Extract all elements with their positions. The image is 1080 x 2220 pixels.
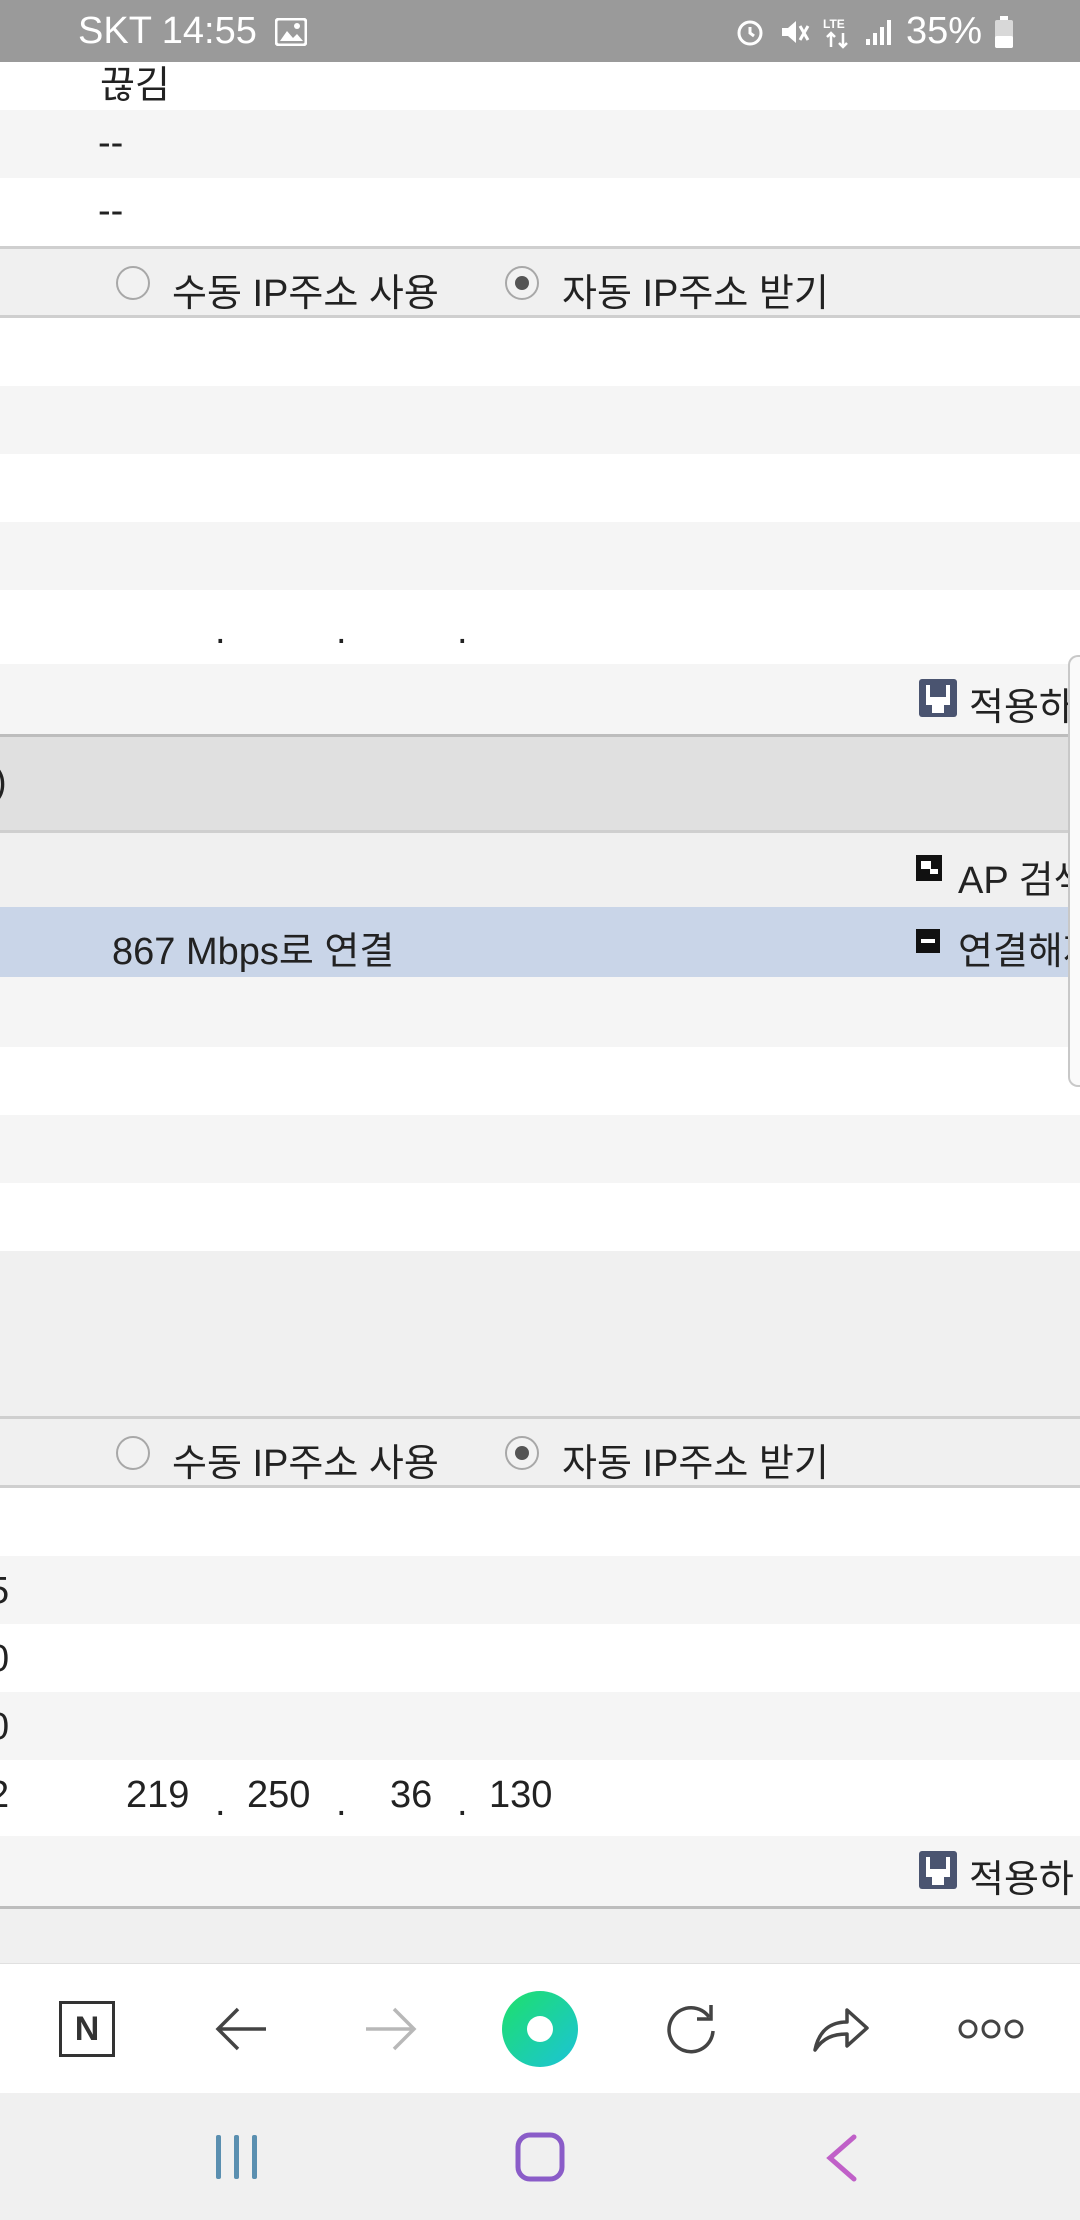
ap-search-button[interactable]: AP 검색 xyxy=(958,849,1080,904)
row-disconnected: 끊김 xyxy=(0,62,1080,110)
home-button[interactable] xyxy=(514,2131,566,2188)
naver-icon: N xyxy=(59,2001,115,2057)
auto-ip-radio[interactable] xyxy=(505,1436,539,1470)
auto-ip-label[interactable]: 자동 IP주소 받기 xyxy=(562,1432,829,1487)
battery-icon xyxy=(995,15,1013,48)
back-nav-button[interactable] xyxy=(822,2133,862,2188)
ip-mode-row-2: 수동 IP주소 사용 자동 IP주소 받기 xyxy=(0,1419,1080,1485)
status-bar: SKT 14:55 LTE 35% xyxy=(0,0,1080,62)
manual-ip-radio[interactable] xyxy=(116,1436,150,1470)
share-icon xyxy=(813,2008,869,2052)
back-button[interactable] xyxy=(196,1964,286,2094)
field-row: 0 xyxy=(0,1692,1080,1760)
save-icon[interactable] xyxy=(918,1850,958,1890)
naver-home-button[interactable]: N xyxy=(42,1964,132,2094)
green-dot-button[interactable] xyxy=(495,1964,585,2094)
field-value: 5 xyxy=(0,1570,9,1613)
recents-button[interactable] xyxy=(212,2133,262,2186)
auto-ip-label[interactable]: 자동 IP주소 받기 xyxy=(562,262,829,317)
field-row xyxy=(0,1183,1080,1251)
ip-separator: . xyxy=(336,610,347,652)
manual-ip-radio[interactable] xyxy=(116,266,150,300)
forward-button[interactable] xyxy=(346,1964,436,2094)
field-row xyxy=(0,386,1080,454)
ip-octet-4[interactable]: 130 xyxy=(489,1774,552,1817)
more-icon xyxy=(958,2019,1024,2039)
apply-button[interactable]: 적용하 xyxy=(969,1848,1074,1903)
section-title: ) xyxy=(0,761,7,804)
lte-icon: LTE xyxy=(823,17,848,49)
recents-icon xyxy=(216,2135,257,2179)
scrollbar-thumb[interactable] xyxy=(1068,655,1080,1087)
row-dash-1: -- xyxy=(0,110,1080,178)
battery-percent: 35% xyxy=(905,10,982,52)
back-icon xyxy=(826,2134,857,2182)
field-row xyxy=(0,1047,1080,1115)
connection-status: 867 Mbps로 연결 xyxy=(112,931,395,973)
manual-ip-label[interactable]: 수동 IP주소 사용 xyxy=(172,1432,439,1487)
manual-ip-label[interactable]: 수동 IP주소 사용 xyxy=(172,262,439,317)
minus-icon[interactable] xyxy=(916,929,940,953)
svg-text:LTE: LTE xyxy=(823,17,845,31)
ip-octet-1[interactable]: 219 xyxy=(126,1774,189,1817)
ip-separator: . xyxy=(457,1782,468,1824)
field-value: 2 xyxy=(0,1774,9,1817)
more-button[interactable] xyxy=(946,1964,1036,2094)
refresh-icon xyxy=(667,2005,715,2054)
field-row xyxy=(0,522,1080,590)
ip-separator: . xyxy=(215,610,226,652)
field-row xyxy=(0,1115,1080,1183)
ip-separator: . xyxy=(457,610,468,652)
section-header xyxy=(0,1909,1080,1963)
field-row xyxy=(0,1488,1080,1556)
ip-mode-row-1: 수동 IP주소 사용 자동 IP주소 받기 xyxy=(0,249,1080,315)
arrow-right-icon xyxy=(366,2007,417,2051)
field-row xyxy=(0,318,1080,386)
system-nav-bar xyxy=(0,2093,1080,2220)
alarm-icon xyxy=(737,20,763,45)
field-row xyxy=(0,454,1080,522)
apply-button[interactable]: 적용하 xyxy=(969,676,1074,731)
mute-icon xyxy=(781,20,810,43)
browser-toolbar: N xyxy=(0,1963,1080,2093)
value-dash: -- xyxy=(98,122,124,164)
apply-row-1: 적용하 xyxy=(0,664,1080,734)
arrow-left-icon xyxy=(215,2007,266,2051)
gateway-ip-row[interactable]: 2 219 . 250 . 36 . 130 xyxy=(0,1760,1080,1836)
auto-ip-radio[interactable] xyxy=(505,266,539,300)
search-icon[interactable] xyxy=(916,855,942,881)
ip-octet-2[interactable]: 250 xyxy=(247,1774,310,1817)
ip-separator: . xyxy=(336,1782,347,1824)
connected-ap-row[interactable]: 867 Mbps로 연결 연결해제 xyxy=(0,907,1080,977)
ip-octet-3[interactable]: 36 xyxy=(390,1774,432,1817)
ip-separator: . xyxy=(215,1782,226,1824)
ap-search-row: AP 검색 xyxy=(0,833,1080,907)
field-row xyxy=(0,977,1080,1047)
connection-state: 끊김 xyxy=(100,65,170,107)
green-dot-icon xyxy=(502,1991,578,2067)
signal-icon xyxy=(865,19,891,45)
disconnect-button[interactable]: 연결해제 xyxy=(958,920,1080,975)
value-dash: -- xyxy=(98,190,124,232)
field-value: 0 xyxy=(0,1638,9,1681)
apply-row-2: 적용하 xyxy=(0,1836,1080,1906)
row-dash-2: -- xyxy=(0,178,1080,246)
field-row xyxy=(0,1251,1080,1416)
refresh-button[interactable] xyxy=(646,1964,736,2094)
field-row: 5 xyxy=(0,1556,1080,1624)
field-row: 0 xyxy=(0,1624,1080,1692)
home-icon xyxy=(515,2132,565,2182)
share-button[interactable] xyxy=(796,1964,886,2094)
ip-input-row[interactable]: . . . xyxy=(0,590,1080,664)
section-header: ) xyxy=(0,737,1080,830)
save-icon[interactable] xyxy=(918,678,958,718)
image-icon xyxy=(274,17,307,46)
field-value: 0 xyxy=(0,1706,9,1749)
carrier-time: SKT 14:55 xyxy=(78,10,257,52)
